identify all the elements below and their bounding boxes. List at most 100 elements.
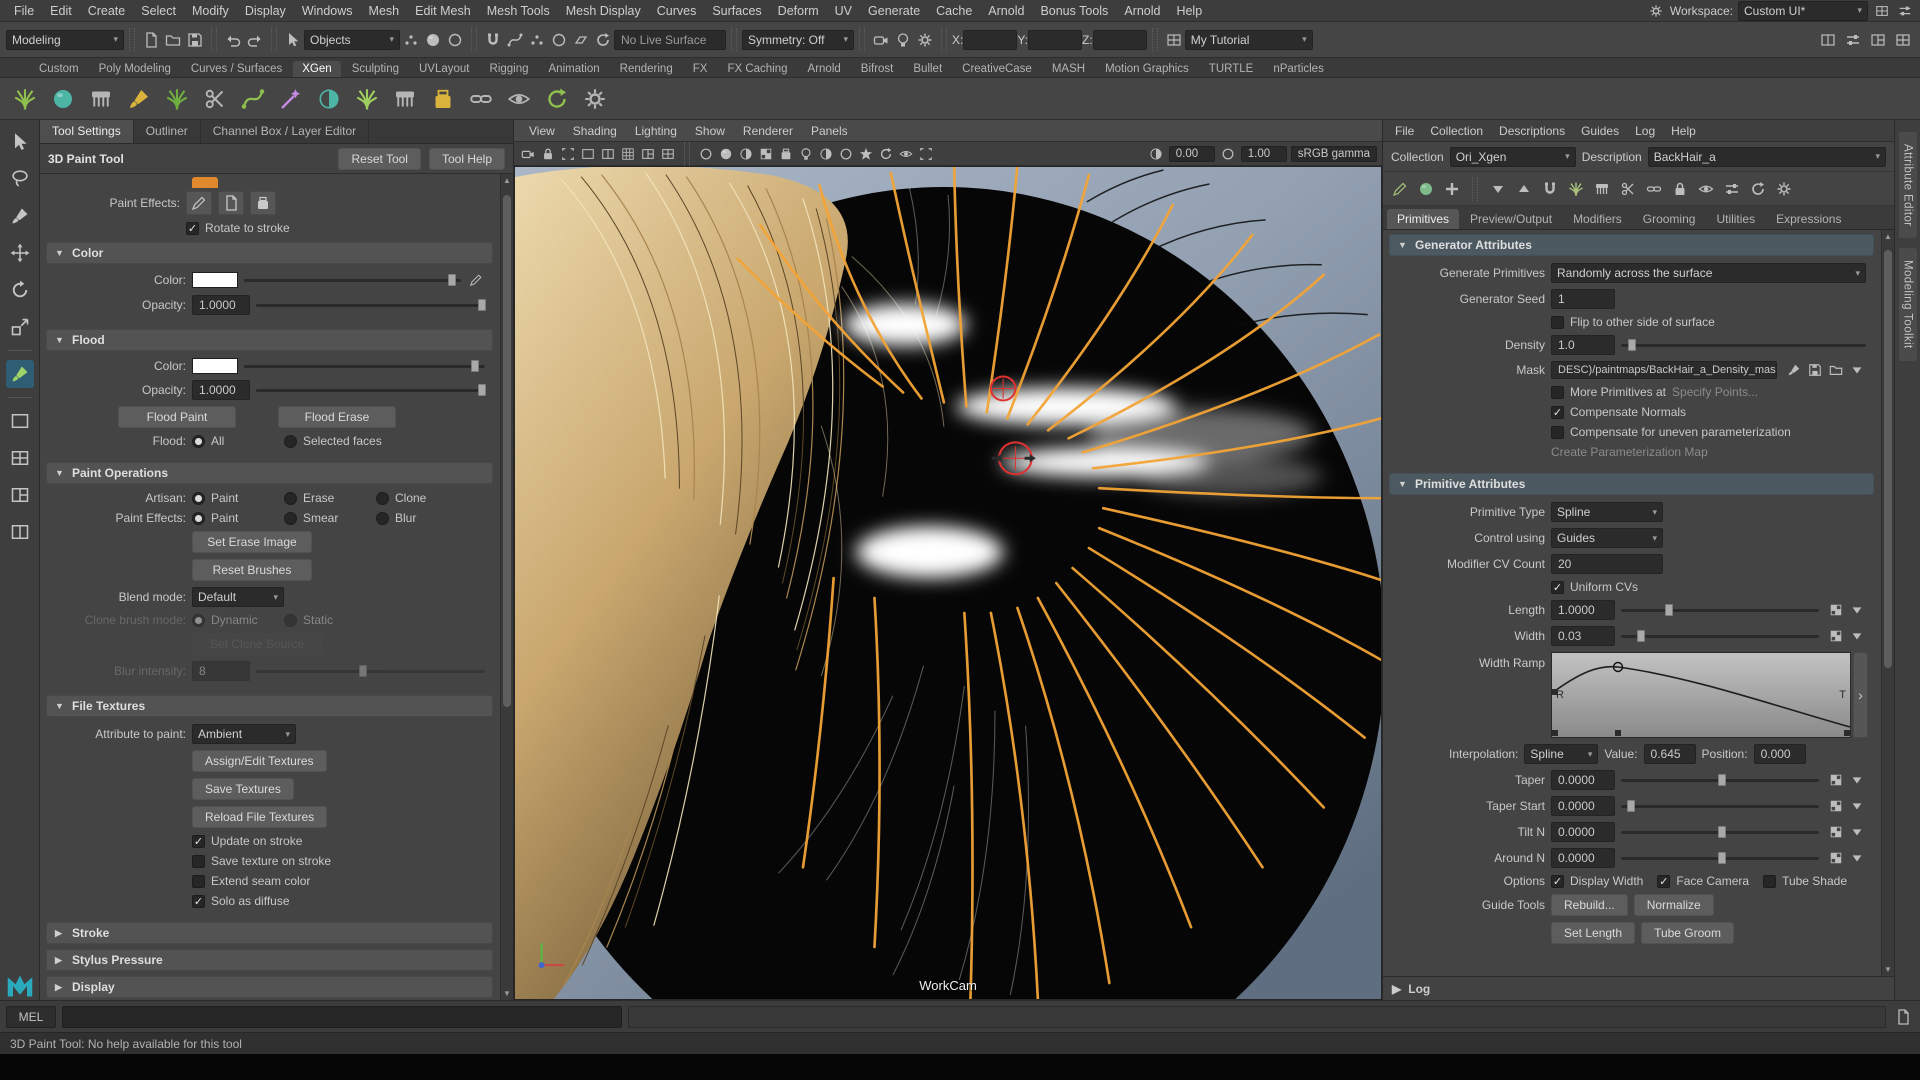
refresh-preview-icon[interactable] <box>1747 178 1769 200</box>
tool-settings-scrollbar[interactable] <box>500 174 513 1000</box>
viewport-menu-item[interactable]: Lighting <box>626 124 686 138</box>
xgen-menu-item[interactable]: Log <box>1627 124 1663 138</box>
assign-edit-textures-button[interactable]: Assign/Edit Textures <box>192 750 327 772</box>
menu-item[interactable]: Cache <box>928 4 980 18</box>
ambient-occlusion-icon[interactable] <box>837 145 855 163</box>
mask-expression-icon[interactable] <box>1848 361 1866 379</box>
group-grip[interactable] <box>129 28 135 52</box>
color-swatch[interactable] <box>192 272 238 288</box>
new-scene-icon[interactable] <box>140 29 162 51</box>
solo-as-diffuse-checkbox[interactable] <box>192 895 205 908</box>
snap-to-projected-center-icon[interactable] <box>548 29 570 51</box>
xgen-settings-gear-icon[interactable] <box>1773 178 1795 200</box>
scroll-down-icon[interactable] <box>1882 963 1894 976</box>
around-n-slider[interactable] <box>1621 850 1819 866</box>
attribute-to-paint-dropdown[interactable]: Ambient <box>192 724 296 744</box>
xgen-menu-item[interactable]: File <box>1387 124 1422 138</box>
undo-icon[interactable] <box>222 29 244 51</box>
menu-item[interactable]: Edit <box>42 4 80 18</box>
snap-to-curve-icon[interactable] <box>504 29 526 51</box>
shelf-tab[interactable]: Sculpting <box>343 61 408 77</box>
density-field[interactable]: 1.0 <box>1551 335 1615 355</box>
x-coord-field[interactable] <box>963 30 1017 50</box>
brush-pencil-icon[interactable] <box>186 191 212 215</box>
opacity-slider[interactable] <box>256 297 485 313</box>
use-default-material-icon[interactable] <box>777 145 795 163</box>
ramp-position-field[interactable]: 0.000 <box>1754 744 1806 764</box>
toggle-outliner-icon[interactable] <box>1817 29 1839 51</box>
workspace-gear-icon[interactable] <box>1647 2 1665 20</box>
group-grip[interactable] <box>471 28 477 52</box>
brush-jar-icon[interactable] <box>250 191 276 215</box>
y-coord-field[interactable] <box>1028 30 1082 50</box>
set-erase-image-button[interactable]: Set Erase Image <box>192 531 312 553</box>
taper-start-map-icon[interactable] <box>1827 797 1845 815</box>
menu-item[interactable]: Modify <box>184 4 237 18</box>
film-gate-icon[interactable] <box>559 145 577 163</box>
generator-seed-field[interactable]: 1 <box>1551 289 1615 309</box>
group-grip[interactable] <box>271 28 277 52</box>
width-field[interactable]: 0.03 <box>1551 626 1615 646</box>
flood-section-header[interactable]: Flood <box>46 329 493 351</box>
menu-item[interactable]: Arnold <box>980 4 1032 18</box>
collapsed-section-header[interactable]: Display <box>46 976 493 998</box>
ramp-value-field[interactable]: 0.645 <box>1644 744 1696 764</box>
xgen-paint-density-icon[interactable] <box>122 82 156 116</box>
wireframe-on-shaded-icon[interactable] <box>737 145 755 163</box>
shelf-tab[interactable]: Bifrost <box>852 61 903 77</box>
blur-intensity-slider[interactable] <box>256 663 485 679</box>
control-using-dropdown[interactable]: Guides <box>1551 528 1663 548</box>
workspace-layout-icon[interactable] <box>1873 2 1891 20</box>
collection-dropdown[interactable]: Ori_Xgen <box>1450 147 1576 167</box>
toggle-tool-settings-icon[interactable] <box>1842 29 1864 51</box>
artisan-clone-radio[interactable] <box>376 492 389 505</box>
exposure-icon[interactable] <box>1147 145 1165 163</box>
shelf-tab[interactable]: XGen <box>293 61 340 77</box>
panel-tab[interactable]: Tool Settings <box>40 120 134 143</box>
log-section-header[interactable]: Log <box>1383 976 1894 1000</box>
menu-item[interactable]: UV <box>827 4 860 18</box>
select-hierarchy-icon[interactable] <box>400 29 422 51</box>
taper-slider[interactable] <box>1621 772 1819 788</box>
set-clone-source-button[interactable]: Set Clone Source <box>192 633 322 655</box>
flood-opacity-slider[interactable] <box>256 382 485 398</box>
tab-attribute-editor[interactable]: Attribute Editor <box>1899 132 1917 238</box>
face-camera-checkbox[interactable] <box>1657 875 1670 888</box>
shelf-tab[interactable]: MASH <box>1043 61 1094 77</box>
save-scene-icon[interactable] <box>184 29 206 51</box>
import-collection-icon[interactable] <box>1487 178 1509 200</box>
selection-mask-dropdown[interactable]: Objects <box>304 30 400 50</box>
ipr-render-icon[interactable] <box>892 29 914 51</box>
rebuild-button[interactable]: Rebuild... <box>1551 894 1628 916</box>
gamma-field[interactable]: 1.00 <box>1241 146 1287 162</box>
select-camera-icon[interactable] <box>519 145 537 163</box>
mel-input-field[interactable] <box>62 1006 622 1028</box>
active-brush-tab-indicator[interactable] <box>192 177 218 188</box>
xgen-paint-mask-icon[interactable] <box>426 82 460 116</box>
menu-item[interactable]: Mesh <box>361 4 408 18</box>
xgen-trim-icon[interactable] <box>198 82 232 116</box>
smooth-shade-icon[interactable] <box>717 145 735 163</box>
shelf-tab[interactable]: Bullet <box>904 61 951 77</box>
group-grip[interactable] <box>731 28 737 52</box>
menu-item[interactable]: Select <box>133 4 184 18</box>
panel-tab[interactable]: Channel Box / Layer Editor <box>201 120 369 143</box>
snap-to-grid-icon[interactable] <box>482 29 504 51</box>
paint-select-tool-icon[interactable] <box>6 202 34 230</box>
exposure-field[interactable]: 0.00 <box>1169 146 1215 162</box>
viewport-menu-item[interactable]: Renderer <box>734 124 802 138</box>
toggle-attribute-editor-icon[interactable] <box>1867 29 1889 51</box>
clone-static-radio[interactable] <box>284 614 297 627</box>
save-texture-on-stroke-checkbox[interactable] <box>192 855 205 868</box>
layout-two-pane-icon[interactable] <box>6 518 34 546</box>
group-grip[interactable] <box>859 28 865 52</box>
gamma-icon[interactable] <box>1219 145 1237 163</box>
snap-to-point-icon[interactable] <box>526 29 548 51</box>
select-tool-icon[interactable] <box>6 128 34 156</box>
gate-mask-icon[interactable] <box>599 145 617 163</box>
shelf-tab[interactable]: Arnold <box>799 61 850 77</box>
scroll-up-icon[interactable] <box>501 174 513 187</box>
around-n-map-icon[interactable] <box>1827 849 1845 867</box>
reload-file-textures-button[interactable]: Reload File Textures <box>192 806 327 828</box>
shelf-tab[interactable]: FX <box>684 61 717 77</box>
